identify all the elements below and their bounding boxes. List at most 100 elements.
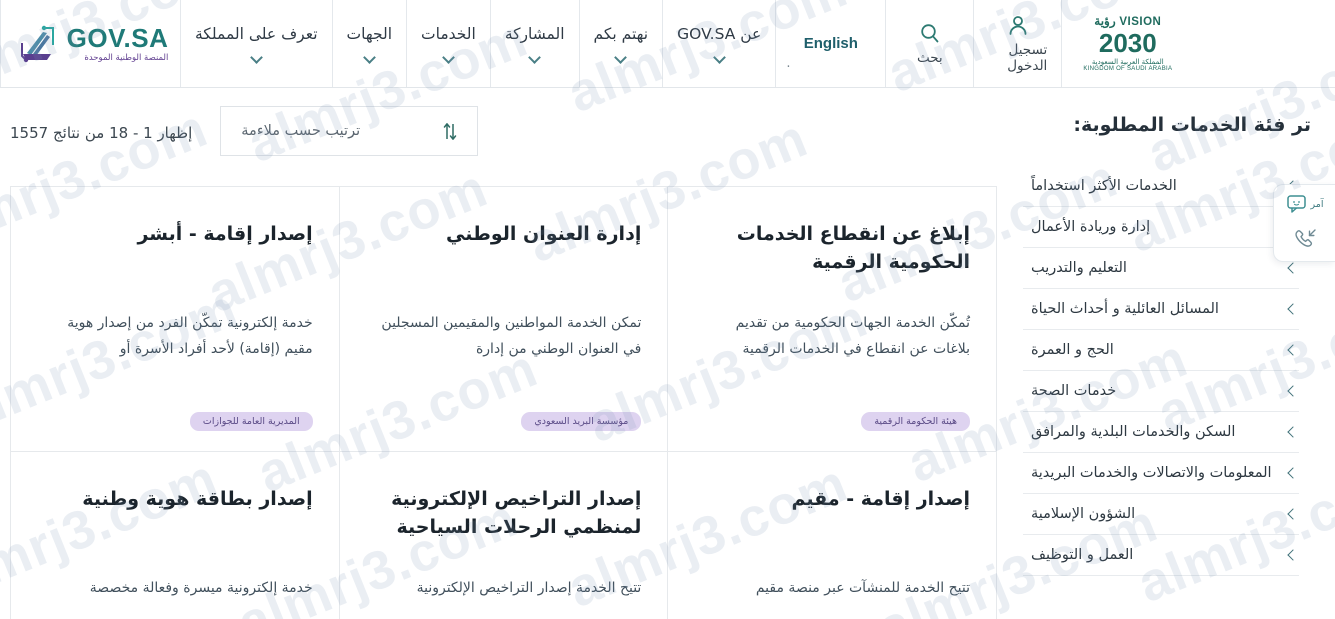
user-icon [1006, 14, 1030, 38]
search-icon [918, 22, 942, 46]
language-dot: . [786, 56, 791, 71]
chevron-down-icon [528, 50, 542, 64]
service-card[interactable]: إصدار بطاقة هوية وطنية خدمة إلكترونية مي… [10, 452, 339, 619]
service-card-description: تمكن الخدمة المواطنين والمقيمين المسجلين… [381, 315, 642, 357]
nav-label: الجهات [346, 25, 393, 44]
service-card[interactable]: إصدار إقامة - مقيم تتيح الخدمة للمنشآت ع… [667, 452, 996, 619]
service-card-description: تتيح الخدمة إصدار التراخيص الإلكترونية [416, 580, 642, 596]
nav-item-entities[interactable]: الجهات [331, 0, 407, 87]
nav-label: نهتم بكم [593, 25, 649, 44]
chevron-left-icon [1287, 262, 1299, 274]
service-card[interactable]: إصدار إقامة - أبشر خدمة إلكترونية تمكّن … [10, 187, 339, 452]
category-label: السكن والخدمات البلدية والمرافق [1031, 424, 1236, 440]
vision-2030-en-label: VISION [1119, 16, 1162, 29]
govsa-tagline: المنصة الوطنية الموحدة [84, 52, 169, 63]
govsa-logo-icon [13, 23, 59, 65]
sidebar-item-ict-postal[interactable]: المعلومات والاتصالات والخدمات البريدية [1023, 453, 1299, 494]
chevron-down-icon [249, 50, 263, 64]
sidebar-item-hajj-umrah[interactable]: الحج و العمرة [1023, 330, 1299, 371]
chevron-left-icon [1287, 467, 1299, 479]
category-label: المسائل العائلية و أحداث الحياة [1031, 301, 1219, 317]
chevron-down-icon [712, 50, 726, 64]
chevron-left-icon [1287, 385, 1299, 397]
results-count: إظهار 1 - 18 من نتائج 1557 [10, 124, 193, 142]
chat-assistant-label: آمر [1310, 198, 1324, 210]
category-label: الحج و العمرة [1031, 342, 1114, 358]
sort-updown-icon [443, 122, 457, 140]
sidebar-item-education[interactable]: التعليم والتدريب [1023, 248, 1299, 289]
language-label: English [803, 35, 858, 52]
search-button[interactable]: بحث [885, 0, 973, 87]
service-card-title: إصدار إقامة - أبشر [137, 223, 313, 245]
chat-assistant-button[interactable]: آمر [1286, 194, 1324, 214]
sort-dropdown[interactable]: ترتيب حسب ملاءمة [220, 106, 479, 156]
category-sidebar: تر فئة الخدمات المطلوبة: الخدمات الأكثر … [1005, 88, 1335, 619]
sidebar-item-housing[interactable]: السكن والخدمات البلدية والمرافق [1023, 412, 1299, 453]
service-card[interactable]: إصدار التراخيص الإلكترونية لمنظمي الرحلا… [338, 452, 668, 619]
chevron-left-icon [1287, 344, 1299, 356]
nav-label: عن GOV.SA [677, 25, 762, 44]
service-card-description: خدمة إلكترونية تمكّن الفرد من إصدار هوية… [67, 315, 313, 357]
nav-item-services[interactable]: الخدمات [406, 0, 490, 87]
chat-bubble-icon [1286, 194, 1308, 214]
chevron-left-icon [1287, 426, 1299, 438]
chevron-left-icon [1287, 549, 1299, 561]
category-label: خدمات الصحة [1031, 383, 1117, 399]
vision-2030-ar-label: رؤية [1094, 14, 1116, 29]
category-label: المعلومات والاتصالات والخدمات البريدية [1031, 465, 1272, 481]
nav-label: تعرف على المملكة [195, 25, 318, 44]
service-card-title: إدارة العنوان الوطني [445, 223, 642, 245]
floating-help-widget: آمر [1273, 184, 1335, 262]
service-card-description: تُمكّن الخدمة الجهات الحكومية من تقديم ب… [735, 315, 970, 357]
results-main: إظهار 1 - 18 من نتائج 1557 ترتيب حسب ملا… [0, 88, 1005, 619]
vision-2030-kingdom-en: KINGDOM OF SAUDI ARABIA [1083, 65, 1173, 72]
service-card-title: إصدار إقامة - مقيم [791, 488, 971, 510]
sidebar-item-most-used[interactable]: الخدمات الأكثر استخداماً [1023, 166, 1299, 207]
nav-item-about-govsa[interactable]: عن GOV.SA [662, 0, 775, 87]
vision-2030-kingdom-ar: المملكة العربية السعودية [1091, 57, 1164, 66]
govsa-wordmark: GOV.SA [66, 22, 169, 53]
category-list: الخدمات الأكثر استخداماً إدارة وريادة ال… [1023, 166, 1299, 576]
chevron-left-icon [1287, 508, 1299, 520]
service-card[interactable]: إدارة العنوان الوطني تمكن الخدمة المواطن… [338, 187, 668, 452]
govsa-logo[interactable]: GOV.SA المنصة الوطنية الموحدة [0, 0, 180, 87]
service-card[interactable]: إبلاغ عن انقطاع الخدمات الحكومية الرقمية… [667, 187, 996, 452]
callback-phone-icon [1292, 227, 1318, 249]
category-label: الخدمات الأكثر استخداماً [1031, 178, 1177, 194]
category-label: العمل و التوظيف [1031, 547, 1134, 563]
service-card-agency-tag[interactable]: مؤسسة البريد السعودي [521, 412, 642, 431]
sidebar-item-family[interactable]: المسائل العائلية و أحداث الحياة [1023, 289, 1299, 330]
search-label: بحث [916, 49, 943, 66]
nav-item-participation[interactable]: المشاركة [489, 0, 579, 87]
sidebar-item-labor-employment[interactable]: العمل و التوظيف [1023, 535, 1299, 576]
language-toggle[interactable]: English . [775, 0, 885, 87]
service-card-title: إبلاغ عن انقطاع الخدمات الحكومية الرقمية [736, 223, 970, 273]
nav-item-about-kingdom[interactable]: تعرف على المملكة [180, 0, 332, 87]
site-header: GOV.SA المنصة الوطنية الموحدة تعرف على ا… [0, 0, 1335, 88]
sidebar-item-health[interactable]: خدمات الصحة [1023, 371, 1299, 412]
nav-item-we-care[interactable]: نهتم بكم [578, 0, 663, 87]
service-card-agency-tag[interactable]: المديرية العامة للجوازات [189, 412, 313, 431]
sidebar-heading: تر فئة الخدمات المطلوبة: [1073, 114, 1311, 136]
chevron-down-icon [614, 50, 628, 64]
login-button[interactable]: تسجيل الدخول [973, 0, 1061, 87]
chevron-down-icon [362, 50, 376, 64]
nav-label: الخدمات [421, 25, 476, 44]
service-card-title: إصدار التراخيص الإلكترونية لمنظمي الرحلا… [391, 488, 642, 538]
page-body: تر فئة الخدمات المطلوبة: الخدمات الأكثر … [0, 88, 1335, 619]
login-label: تسجيل الدخول [1007, 41, 1048, 74]
service-card-agency-tag[interactable]: هيئة الحكومة الرقمية [861, 412, 970, 431]
service-cards-grid: إبلاغ عن انقطاع الخدمات الحكومية الرقمية… [10, 186, 997, 619]
category-label: التعليم والتدريب [1031, 260, 1127, 276]
callback-request-button[interactable] [1292, 227, 1318, 249]
sort-label: ترتيب حسب ملاءمة [241, 123, 361, 139]
sidebar-item-islamic-affairs[interactable]: الشؤون الإسلامية [1023, 494, 1299, 535]
category-label: إدارة وريادة الأعمال [1031, 219, 1151, 235]
service-card-description: تتيح الخدمة للمنشآت عبر منصة مقيم [755, 580, 970, 596]
service-card-title: إصدار بطاقة هوية وطنية [82, 488, 313, 510]
category-label: الشؤون الإسلامية [1031, 506, 1136, 522]
results-toolbar: إظهار 1 - 18 من نتائج 1557 ترتيب حسب ملا… [0, 88, 1005, 186]
vision-2030-logo[interactable]: VISION رؤية 2030 المملكة العربية السعودي… [1061, 0, 1193, 87]
sidebar-item-business[interactable]: إدارة وريادة الأعمال [1023, 207, 1299, 248]
service-card-description: خدمة إلكترونية ميسرة وفعالة مخصصة [89, 580, 313, 596]
